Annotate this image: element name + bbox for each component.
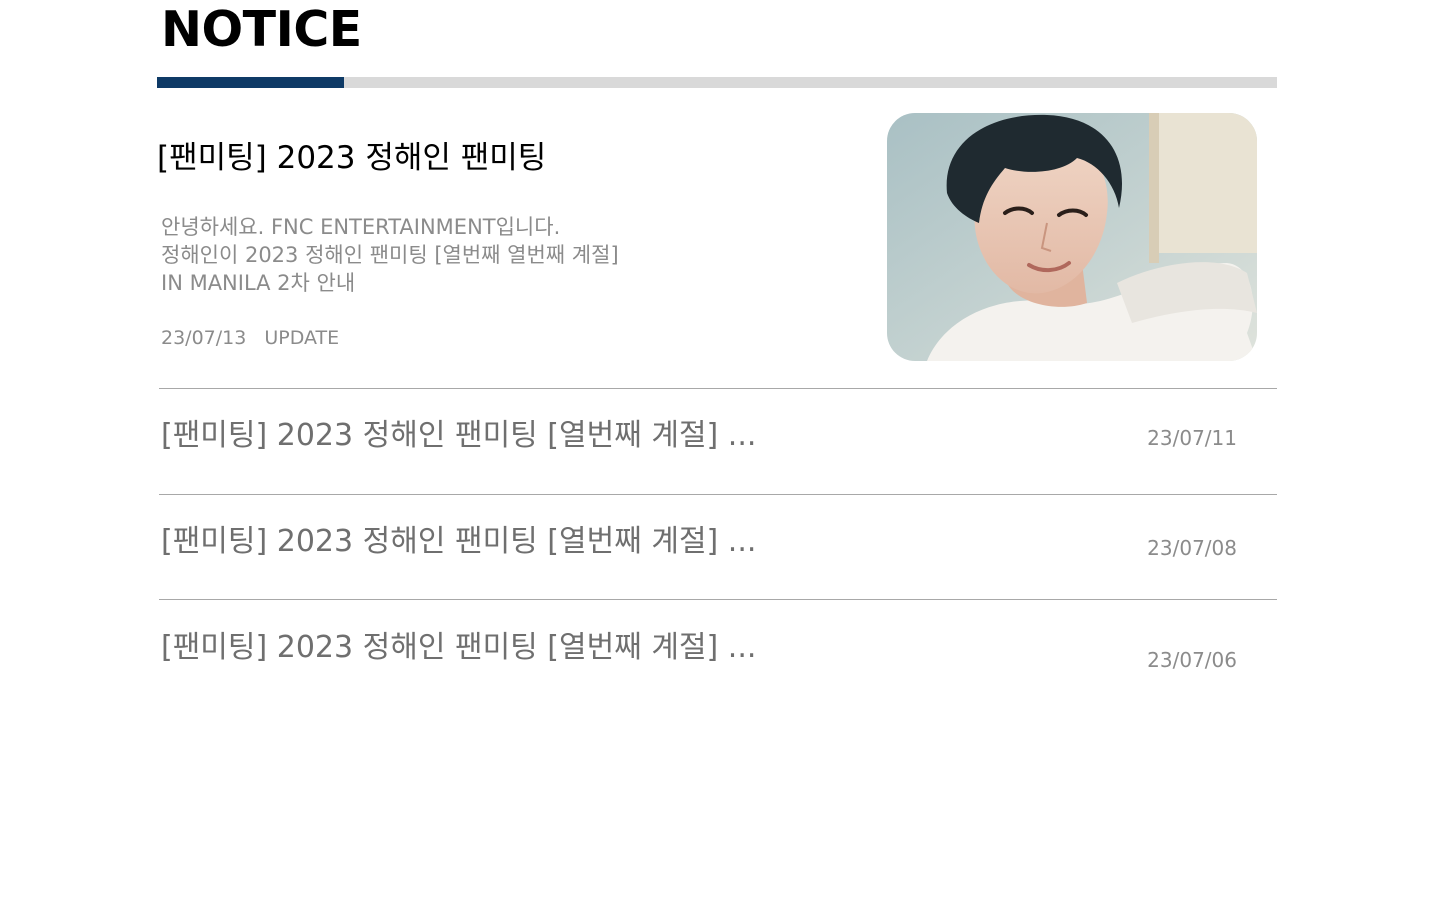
notice-date: 23/07/08 <box>1147 536 1237 560</box>
notice-date: 23/07/11 <box>1147 426 1237 450</box>
section-title: NOTICE <box>161 1 362 58</box>
featured-summary-line: IN MANILA 2차 안내 <box>161 271 356 295</box>
featured-notice[interactable]: [팬미팅] 2023 정해인 팬미팅 안녕하세요. FNC ENTERTAINM… <box>157 113 1277 389</box>
featured-notice-date: 23/07/13 <box>161 327 247 349</box>
featured-notice-summary: 안녕하세요. FNC ENTERTAINMENT입니다. 정해인이 2023 정… <box>161 213 701 297</box>
notice-list-item[interactable]: [팬미팅] 2023 정해인 팬미팅 [열번째 계절] ... 23/07/11 <box>159 389 1277 493</box>
portrait-photo-icon <box>887 113 1257 361</box>
featured-summary-line: 정해인이 2023 정해인 팬미팅 [열번째 열번째 계절] <box>161 243 619 267</box>
notice-date: 23/07/06 <box>1147 648 1237 672</box>
featured-notice-meta: 23/07/13 UPDATE <box>161 325 339 351</box>
notice-list-item[interactable]: [팬미팅] 2023 정해인 팬미팅 [열번째 계절] ... 23/07/08 <box>159 495 1277 599</box>
notice-list-item[interactable]: [팬미팅] 2023 정해인 팬미팅 [열번째 계절] ... 23/07/06 <box>159 600 1277 704</box>
featured-notice-title[interactable]: [팬미팅] 2023 정해인 팬미팅 <box>157 137 546 179</box>
update-badge: UPDATE <box>264 327 340 349</box>
title-underline <box>157 77 1277 88</box>
featured-notice-image[interactable] <box>887 113 1257 361</box>
title-underline-accent <box>157 77 344 88</box>
notice-title[interactable]: [팬미팅] 2023 정해인 팬미팅 [열번째 계절] ... <box>161 416 756 456</box>
notice-title[interactable]: [팬미팅] 2023 정해인 팬미팅 [열번째 계절] ... <box>161 522 756 562</box>
featured-summary-line: 안녕하세요. FNC ENTERTAINMENT입니다. <box>161 215 561 239</box>
notice-title[interactable]: [팬미팅] 2023 정해인 팬미팅 [열번째 계절] ... <box>161 628 756 668</box>
